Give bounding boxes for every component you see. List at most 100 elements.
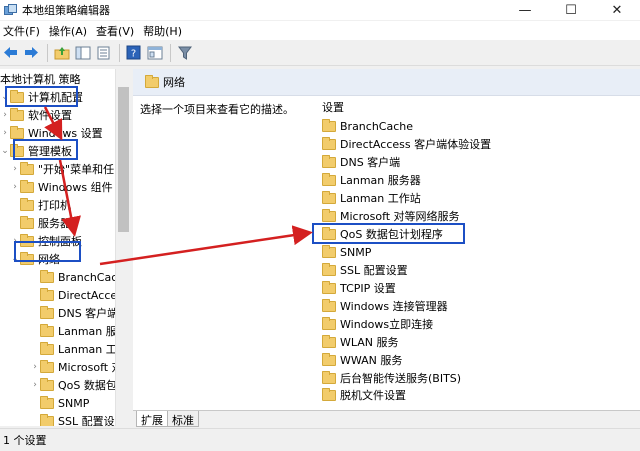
tree-item-computer-config[interactable]: ⌄ 计算机配置	[0, 88, 83, 106]
minimize-button[interactable]: —	[502, 0, 548, 20]
list-item[interactable]: Lanman 工作站	[322, 189, 421, 207]
description-text: 选择一个项目来查看它的描述。	[140, 103, 294, 116]
list-item[interactable]: SNMP	[322, 243, 371, 261]
folder-icon	[322, 280, 336, 294]
expand-icon[interactable]: ›	[30, 362, 40, 372]
tree-scrollbar-thumb[interactable]	[118, 87, 129, 232]
collapse-icon[interactable]: ⌄	[0, 146, 10, 156]
menu-view[interactable]: 查看(V)	[93, 23, 138, 39]
folder-icon	[322, 334, 336, 348]
tree-item-software-settings[interactable]: › 软件设置	[0, 106, 72, 124]
expand-icon[interactable]: ›	[0, 110, 10, 120]
list-item-label: QoS 数据包计划程序	[340, 228, 443, 241]
menu-bar: 文件(F) 操作(A) 查看(V) 帮助(H)	[0, 21, 640, 40]
tree-item-label: 计算机配置	[28, 91, 83, 104]
expand-icon[interactable]: ›	[0, 128, 10, 138]
tree-item-network[interactable]: ⌄ 网络	[10, 250, 60, 268]
tree-item-admin-templates[interactable]: ⌄ 管理模板	[0, 142, 72, 160]
list-item[interactable]: WLAN 服务	[322, 333, 399, 351]
menu-file[interactable]: 文件(F)	[0, 23, 44, 39]
tree-item-control-panel[interactable]: › 控制面板	[10, 232, 82, 250]
list-item[interactable]: Windows 连接管理器	[322, 297, 448, 315]
list-item[interactable]: Lanman 服务器	[322, 171, 421, 189]
list-item-label: 后台智能传送服务(BITS)	[340, 372, 462, 385]
maximize-button[interactable]: ☐	[548, 0, 594, 20]
tab-standard[interactable]: 标准	[167, 411, 199, 427]
properties-icon[interactable]	[145, 43, 164, 62]
close-button[interactable]: ✕	[594, 0, 640, 20]
expand-icon[interactable]: ›	[10, 164, 20, 174]
tree-item-ssl[interactable]: SSL 配置设	[30, 412, 115, 426]
view-tabs: 扩展 标准	[133, 410, 640, 428]
list-item-qos[interactable]: QoS 数据包计划程序	[322, 225, 443, 243]
list-item[interactable]: WWAN 服务	[322, 351, 402, 369]
list-item[interactable]: Microsoft 对等网络服务	[322, 207, 460, 225]
tree-item-windows-settings[interactable]: › Windows 设置	[0, 124, 103, 142]
list-item[interactable]: DNS 客户端	[322, 153, 400, 171]
expand-icon[interactable]: ›	[30, 380, 40, 390]
folder-icon	[322, 298, 336, 312]
menu-help[interactable]: 帮助(H)	[140, 23, 186, 39]
svg-text:?: ?	[131, 49, 136, 60]
tree-item-label: Microsoft 对	[58, 361, 123, 374]
expand-icon[interactable]: ›	[10, 236, 20, 246]
tree-item-label: 网络	[38, 253, 60, 266]
status-bar: 1 个设置	[0, 428, 640, 451]
tree-item-lanman-server[interactable]: Lanman 服	[30, 322, 117, 340]
tree-root[interactable]: 本地计算机 策略	[0, 70, 81, 88]
tree-item-qos[interactable]: › QoS 数据包	[30, 376, 117, 394]
collapse-icon[interactable]: ⌄	[0, 92, 10, 102]
tree-item-windows-components[interactable]: › Windows 组件	[10, 178, 113, 196]
folder-icon	[40, 269, 54, 283]
show-hide-tree-icon[interactable]	[73, 43, 92, 62]
tree-item-label: DirectAcces	[58, 288, 123, 302]
forward-arrow-icon[interactable]	[22, 43, 41, 62]
tree-item-snmp[interactable]: SNMP	[30, 394, 89, 412]
folder-icon	[10, 125, 24, 139]
tree-item-label: SNMP	[58, 396, 90, 410]
back-arrow-icon[interactable]	[1, 43, 20, 62]
tree-item-label: SSL 配置设	[58, 415, 115, 426]
folder-icon	[40, 413, 54, 426]
list-item-label: SNMP	[340, 245, 372, 259]
collapse-icon[interactable]: ⌄	[10, 254, 20, 264]
tree-item-label: 控制面板	[38, 235, 82, 248]
up-folder-icon[interactable]	[52, 43, 71, 62]
list-item[interactable]: BranchCache	[322, 117, 413, 135]
tree-item-server[interactable]: 服务器	[10, 214, 71, 232]
list-item-label: Windows立即连接	[340, 318, 434, 331]
tree-item-dns-client[interactable]: DNS 客户端	[30, 304, 118, 322]
folder-icon	[322, 208, 336, 222]
menu-action[interactable]: 操作(A)	[46, 23, 91, 39]
list-item[interactable]: TCPIP 设置	[322, 279, 396, 297]
tree-item-label: "开始"菜单和任	[38, 163, 115, 176]
list-item[interactable]: DirectAccess 客户端体验设置	[322, 135, 491, 153]
details-pane: 网络 选择一个项目来查看它的描述。 设置 BranchCache DirectA…	[133, 69, 640, 426]
column-header-settings[interactable]: 设置	[322, 99, 344, 115]
list-item-label: Windows 连接管理器	[340, 300, 448, 313]
tree-item-printers[interactable]: 打印机	[10, 196, 71, 214]
expand-icon[interactable]: ›	[10, 182, 20, 192]
tree-item-directaccess[interactable]: DirectAcces	[30, 286, 123, 304]
help-icon[interactable]: ?	[124, 43, 143, 62]
list-item[interactable]: SSL 配置设置	[322, 261, 408, 279]
tree-item-label: Windows 组件	[38, 181, 113, 194]
folder-icon	[40, 359, 54, 373]
list-item[interactable]: Windows立即连接	[322, 315, 433, 333]
tree-item-microsoft-p2p[interactable]: › Microsoft 对	[30, 358, 123, 376]
tab-extended[interactable]: 扩展	[136, 411, 168, 427]
tree-item-branchcache[interactable]: BranchCach	[30, 268, 124, 286]
export-list-icon[interactable]	[94, 43, 113, 62]
details-header: 网络	[133, 69, 640, 96]
tree-item-lanman-workstation[interactable]: Lanman 工	[30, 340, 117, 358]
folder-icon	[10, 107, 24, 121]
list-item[interactable]: 后台智能传送服务(BITS)	[322, 369, 461, 387]
list-item-label: DirectAccess 客户端体验设置	[340, 138, 492, 151]
filter-icon[interactable]	[175, 43, 194, 62]
tree-item-start-menu[interactable]: › "开始"菜单和任	[10, 160, 114, 178]
list-item-label: BranchCache	[340, 119, 414, 133]
folder-icon	[322, 387, 336, 401]
folder-icon	[322, 190, 336, 204]
tree-root-label: 本地计算机 策略	[0, 73, 81, 86]
list-item[interactable]: 脱机文件设置	[322, 387, 406, 403]
